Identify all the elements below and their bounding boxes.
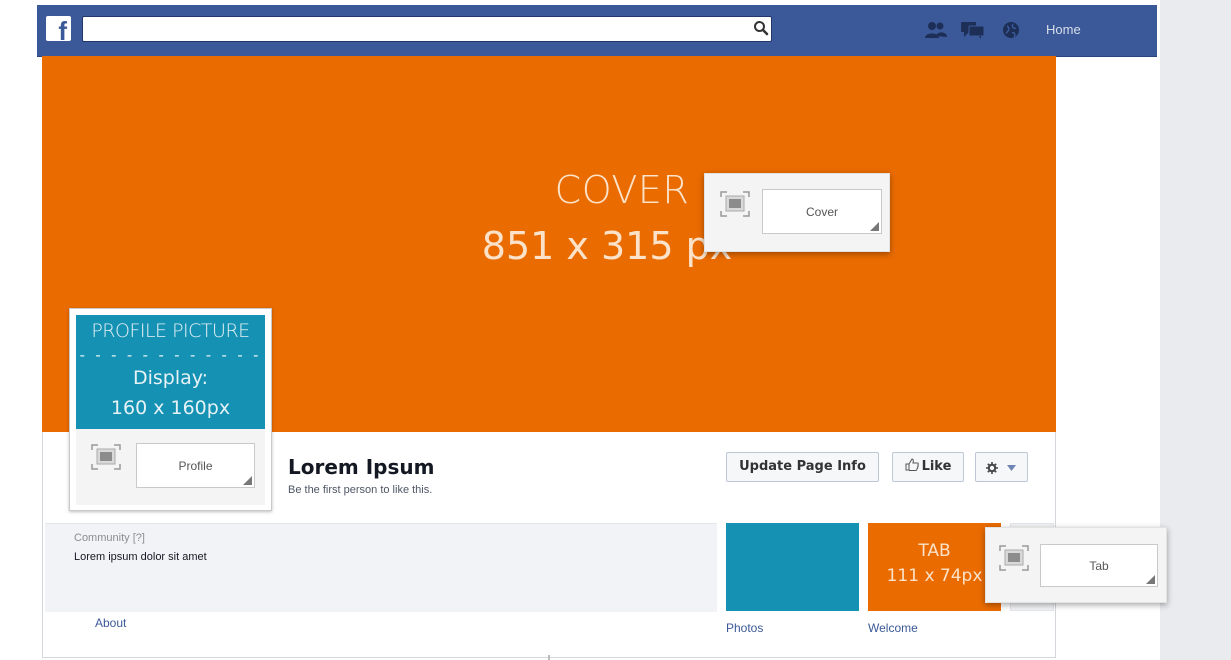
profile-display-label: Display: [132, 367, 209, 389]
cover-upload-card: Cover [704, 173, 890, 252]
friends-icon[interactable] [924, 21, 948, 39]
profile-title: PROFILE PICTURE [91, 320, 250, 342]
cover-upload-button[interactable]: Cover [762, 189, 882, 234]
thumbs-up-icon [905, 458, 919, 471]
profile-divider: - - - - - - - - - - - - [79, 347, 262, 364]
photos-tab-label[interactable]: Photos [726, 621, 763, 635]
profile-upload-button[interactable]: Profile [136, 443, 255, 488]
photos-tab-thumbnail[interactable] [726, 523, 859, 611]
community-info-box [45, 523, 717, 612]
community-category: Community [74, 532, 130, 544]
search-icon[interactable] [752, 19, 770, 37]
cover-upload-label: Cover [805, 205, 838, 219]
tab-size-label: 111 x 74px [886, 566, 983, 586]
tab-upload-button[interactable]: Tab [1040, 544, 1158, 587]
gear-icon [986, 462, 998, 474]
tab-title: TAB [918, 541, 951, 561]
community-help-link[interactable]: [?] [133, 532, 145, 544]
image-frame-icon [999, 545, 1029, 571]
profile-size-label: 160 x 160px [110, 397, 231, 419]
search-box[interactable] [82, 16, 772, 42]
facebook-logo[interactable]: f [46, 16, 71, 41]
like-button[interactable]: Like [892, 452, 964, 482]
cover-size-label: 851 x 315 px [481, 224, 733, 268]
chevron-down-icon [1007, 465, 1016, 471]
resize-corner-icon [870, 222, 879, 231]
resize-corner-icon [1146, 575, 1155, 584]
settings-dropdown-button[interactable] [975, 452, 1028, 482]
welcome-tab-label[interactable]: Welcome [868, 621, 918, 635]
tab-upload-label: Tab [1089, 559, 1109, 573]
divider-mark [548, 655, 550, 660]
update-page-info-button[interactable]: Update Page Info [726, 452, 879, 482]
about-link[interactable]: About [95, 616, 126, 630]
tab-upload-card: Tab [985, 527, 1167, 603]
logo-letter: f [58, 16, 67, 41]
nav-home-link[interactable]: Home [1046, 22, 1081, 37]
profile-upload-card: Profile [76, 429, 265, 505]
community-label: Community [?] [74, 532, 145, 544]
profile-upload-label: Profile [178, 459, 213, 473]
page-title[interactable]: Lorem Ipsum [288, 455, 434, 479]
resize-corner-icon [243, 476, 252, 485]
community-description: Lorem ipsum dolor sit amet [74, 551, 207, 563]
image-frame-icon [720, 191, 750, 217]
cover-title: COVER [554, 168, 690, 212]
image-frame-icon [91, 444, 121, 470]
messages-icon[interactable] [960, 20, 986, 40]
notifications-globe-icon[interactable] [1002, 21, 1020, 39]
like-count-text: Be the first person to like this. [288, 484, 433, 496]
search-input[interactable] [83, 17, 735, 41]
like-label: Like [921, 459, 952, 474]
